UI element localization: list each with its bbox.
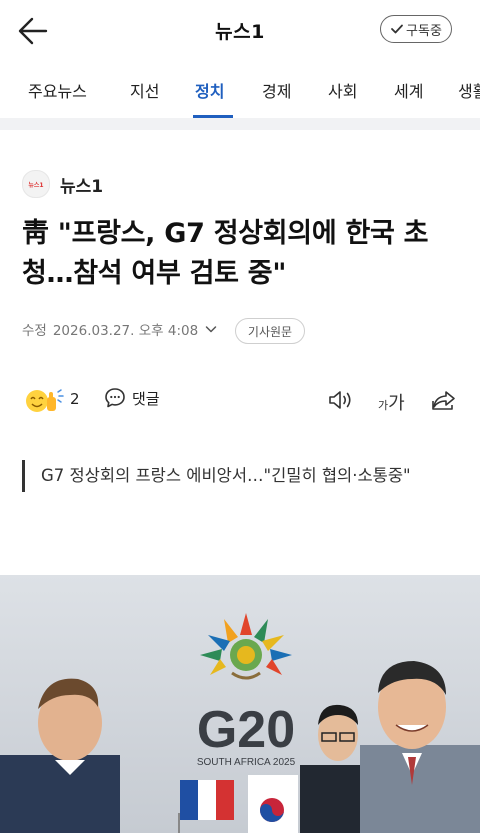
article-meta: 수정 2026.03.27. 오후 4:08 xyxy=(22,319,217,339)
audio-speaker-icon[interactable] xyxy=(327,388,355,412)
subscribe-button[interactable]: 구독중 xyxy=(380,15,452,43)
summit-photo-image: G20 SOUTH AFRICA 2025 xyxy=(0,575,480,833)
reaction-count: 2 xyxy=(70,390,80,408)
subscribe-label: 구독중 xyxy=(406,23,442,39)
category-tabs: 주요뉴스 지선 정치 경제 사회 세계 생활 xyxy=(0,62,480,118)
article-subtitle: G7 정상회의 프랑스 에비앙서…"긴밀히 협의·소통중" xyxy=(22,460,462,492)
font-size-button[interactable]: 가가 xyxy=(378,389,405,415)
font-size-large-label: 가 xyxy=(388,393,405,414)
tab-society[interactable]: 사회 xyxy=(328,78,357,102)
press-logo: 뉴스1 xyxy=(22,170,50,198)
font-size-small-label: 가 xyxy=(378,399,389,412)
section-divider xyxy=(0,118,480,130)
comment-button[interactable]: 댓글 xyxy=(103,386,160,410)
tab-world[interactable]: 세계 xyxy=(394,78,423,102)
article-actions: 2 댓글 가가 xyxy=(0,380,480,420)
g20-logo-text: G20 xyxy=(197,701,295,759)
article-photo[interactable]: G20 SOUTH AFRICA 2025 xyxy=(0,575,480,833)
top-bar: 뉴스1 구독중 xyxy=(0,0,480,62)
share-icon[interactable] xyxy=(430,388,458,412)
article-time: 2026.03.27. 오후 4:08 xyxy=(52,323,199,339)
tab-local-election[interactable]: 지선 xyxy=(130,78,159,102)
press-name: 뉴스1 xyxy=(60,176,104,197)
comment-label: 댓글 xyxy=(132,389,160,408)
chevron-down-icon[interactable] xyxy=(205,323,217,335)
tab-life[interactable]: 생활 xyxy=(458,78,480,102)
check-icon xyxy=(391,24,403,34)
tab-politics[interactable]: 정치 xyxy=(195,78,224,102)
article-title: 靑 "프랑스, G7 정상회의에 한국 초청…참석 여부 검토 중" xyxy=(22,218,429,289)
meta-label: 수정 xyxy=(22,323,47,339)
reaction-emoji-icon[interactable] xyxy=(22,386,66,416)
g20-logo-subtext: SOUTH AFRICA 2025 xyxy=(197,757,296,768)
press-source[interactable]: 뉴스1 뉴스1 xyxy=(22,170,103,198)
original-article-button[interactable]: 기사원문 xyxy=(235,318,305,344)
tab-main-news[interactable]: 주요뉴스 xyxy=(28,78,87,102)
tab-economy[interactable]: 경제 xyxy=(262,78,291,102)
speech-bubble-icon xyxy=(105,388,125,408)
press-logo-text: 뉴스1 xyxy=(28,181,44,189)
